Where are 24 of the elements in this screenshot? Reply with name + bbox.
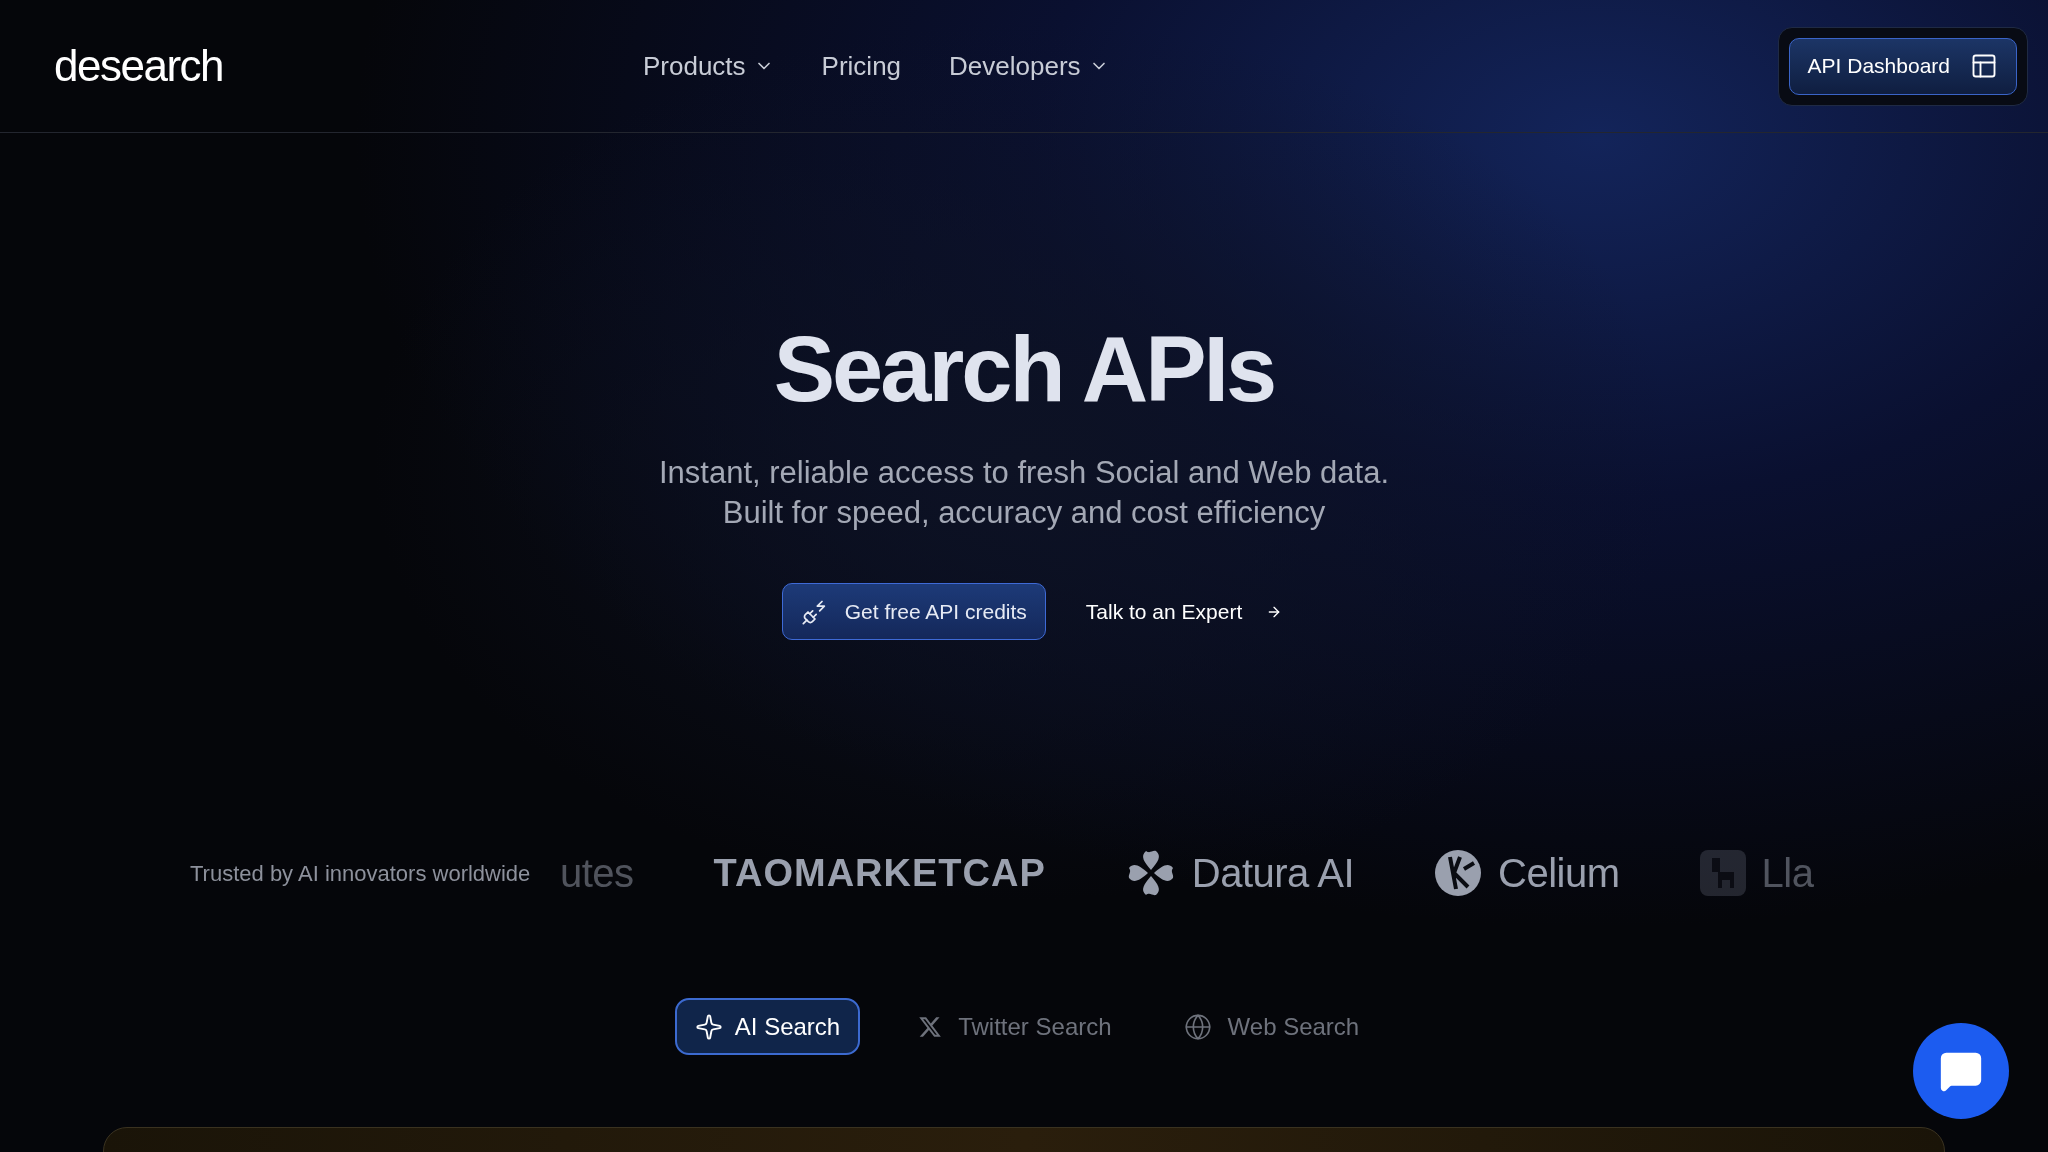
hero-subtitle: Built for speed, accuracy and cost efficiency	[722, 494, 1326, 532]
search-tab[interactable]: AI Search	[674, 998, 861, 1055]
x-logo-icon	[918, 1014, 943, 1039]
nav-link[interactable]: Products	[643, 46, 774, 86]
free-credits-button[interactable]: Get free API credits	[781, 583, 1046, 640]
partner-logo-text: utes	[560, 850, 634, 897]
sparkle-icon	[694, 1012, 723, 1041]
partner-logo-text: Celium	[1498, 850, 1620, 897]
layout-icon	[1970, 52, 1998, 80]
hero-title: Search APIs	[773, 323, 1275, 415]
partner-logo-text: Datura AI	[1191, 850, 1355, 897]
nav-link[interactable]: Developers	[949, 46, 1109, 86]
globe-icon	[1183, 1012, 1212, 1041]
site-logo[interactable]: desearch	[54, 33, 384, 99]
talk-to-expert-link[interactable]: Talk to an Expert	[1085, 595, 1283, 628]
search-tab[interactable]: Web Search	[1169, 998, 1374, 1055]
partner-logo-text: TAOMARKETCAP	[713, 850, 1046, 896]
trusted-by-text: Trusted by AI innovators worldwide	[190, 859, 532, 888]
hero-subtitle: Instant, reliable access to fresh Social and Web data.	[658, 454, 1390, 492]
api-dashboard-button[interactable]: API Dashboard	[1788, 37, 2017, 95]
nav-link[interactable]: Pricing	[821, 46, 902, 86]
partner-logo-text: Lla	[1761, 850, 1814, 897]
search-tab[interactable]: Twitter Search	[904, 998, 1126, 1055]
circle-logo-icon	[1434, 849, 1483, 897]
